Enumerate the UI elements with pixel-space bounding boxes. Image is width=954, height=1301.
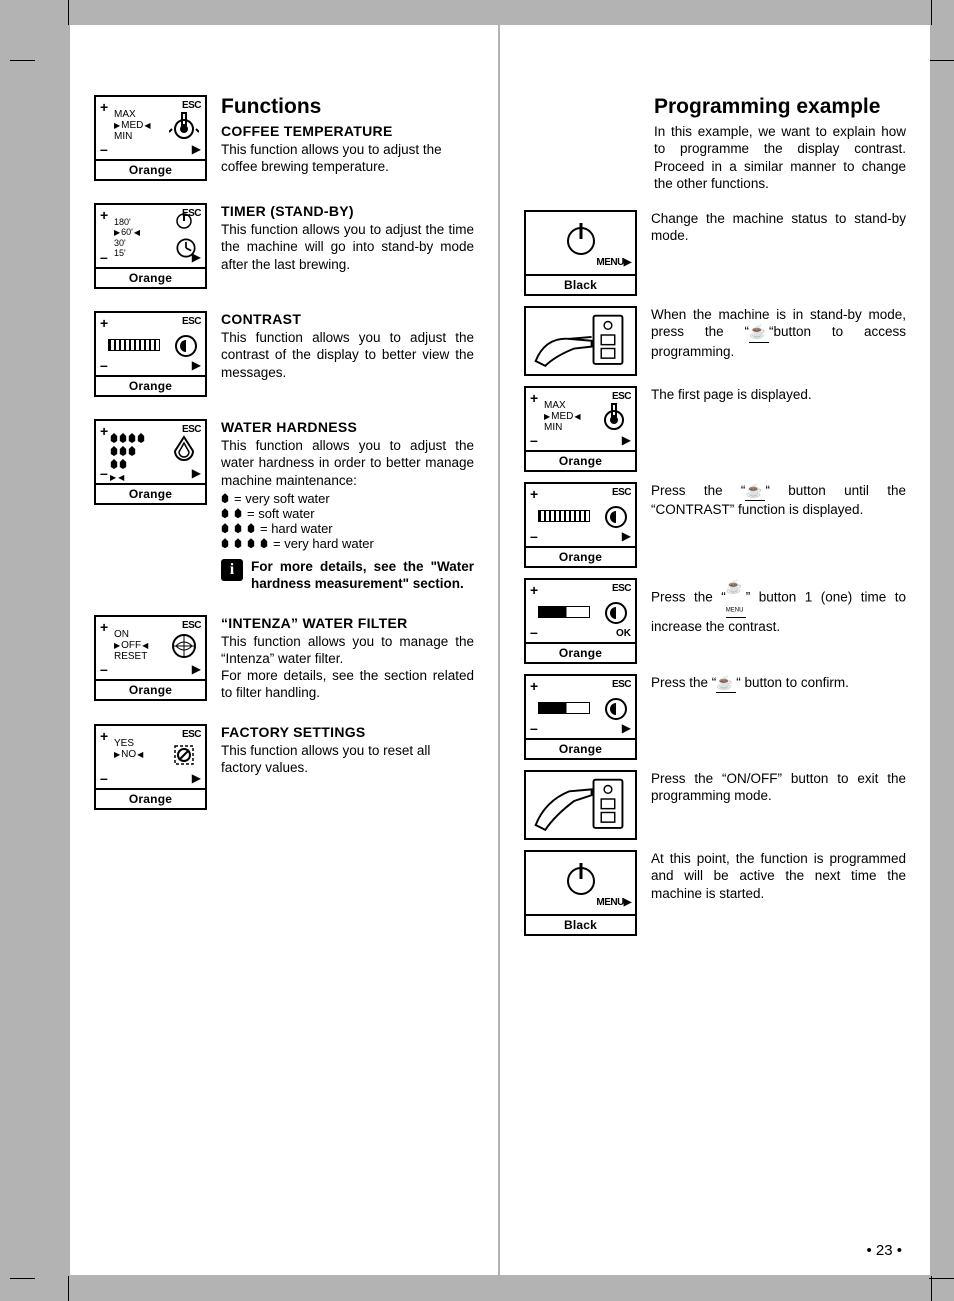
hand-press-diagram	[524, 306, 637, 376]
step-2-text: When the machine is in stand-by mode, pr…	[651, 306, 906, 376]
screen-contrast: +– ESC▶ Orange	[94, 311, 207, 397]
filter-icon	[169, 631, 199, 661]
hardness-legend: = very soft water = soft water = hard wa…	[221, 491, 474, 551]
step-4: +–ESC▶ Orange Press the “☕“ button until…	[524, 482, 906, 568]
item-title: COFFEE TEMPERATURE	[221, 123, 474, 139]
reset-icon	[169, 740, 199, 770]
right-column: Programming example In this example, we …	[500, 25, 930, 1275]
menu-button-icon: ☕MENU	[726, 578, 746, 618]
step-6-text: Press the “☕“ button to confirm.	[651, 674, 906, 760]
step-6: +–ESC▶ Orange Press the “☕“ button to co…	[524, 674, 906, 760]
screen-caption: Orange	[94, 161, 207, 181]
power-icon	[567, 867, 595, 895]
screen-water-hardness: +– ESC▶ Orange	[94, 419, 207, 593]
functions-heading: Functions	[221, 95, 474, 119]
bean-button-icon: ☕	[745, 482, 765, 501]
step-1: MENU▶ Black Change the machine status to…	[524, 210, 906, 296]
step-5: +–ESCOK Orange Press the “☕MENU” button …	[524, 578, 906, 664]
screen-standby: MENU▶ Black	[524, 210, 637, 296]
step-8: MENU▶ Black At this point, the function …	[524, 850, 906, 936]
drop-icon	[169, 435, 199, 465]
item-intenza: +– ESC▶ ONOFFRESET Orange “INTENZA” WATE…	[94, 615, 474, 702]
screen-factory: +– ESC▶ YESNO Orange	[94, 724, 207, 810]
power-icon	[567, 227, 595, 255]
programming-heading: Programming example	[654, 95, 906, 119]
item-water-hardness: +– ESC▶ Orange WATER HARDNESS	[94, 419, 474, 593]
clock-icon	[173, 235, 199, 261]
screen-coffee-temperature: +– ESC▶ MAXMEDMIN Orange	[94, 95, 207, 181]
item-factory-settings: +– ESC▶ YESNO Orange FACTORY SETTINGS Th…	[94, 724, 474, 810]
item-timer: +– ESC▶ 180'60'30'15' Orange TIMER (STAN…	[94, 203, 474, 289]
bean-button-icon: ☕	[716, 674, 736, 693]
page: +– ESC▶ MAXMEDMIN Orange Functions COFFE…	[70, 25, 930, 1275]
thermo-icon	[599, 402, 629, 432]
step-7: Press the “ON/OFF” button to exit the pr…	[524, 770, 906, 840]
screen-timer: +– ESC▶ 180'60'30'15' Orange	[94, 203, 207, 289]
step-5-text: Press the “☕MENU” button 1 (one) time to…	[651, 578, 906, 664]
item-coffee-temperature: +– ESC▶ MAXMEDMIN Orange Functions COFFE…	[94, 95, 474, 181]
info-note: i For more details, see the "Water hardn…	[221, 559, 474, 593]
item-text: This function allows you to adjust the c…	[221, 141, 474, 176]
left-column: +– ESC▶ MAXMEDMIN Orange Functions COFFE…	[70, 25, 500, 1275]
bean-button-icon: ☕	[749, 323, 769, 342]
step-3: +–ESC▶ MAXMEDMIN Orange The first page i…	[524, 386, 906, 472]
thermo-icon	[169, 111, 199, 141]
hand-press-diagram	[524, 770, 637, 840]
step-2: When the machine is in stand-by mode, pr…	[524, 306, 906, 376]
info-icon: i	[221, 559, 243, 581]
programming-intro: In this example, we want to explain how …	[654, 123, 906, 192]
screen-intenza: +– ESC▶ ONOFFRESET Orange	[94, 615, 207, 702]
page-number: • 23 •	[866, 1242, 902, 1259]
contrast-dial-icon	[175, 335, 197, 357]
item-contrast: +– ESC▶ Orange CONTRAST This function al…	[94, 311, 474, 397]
step-4-text: Press the “☕“ button until the “CONTRAST…	[651, 482, 906, 568]
